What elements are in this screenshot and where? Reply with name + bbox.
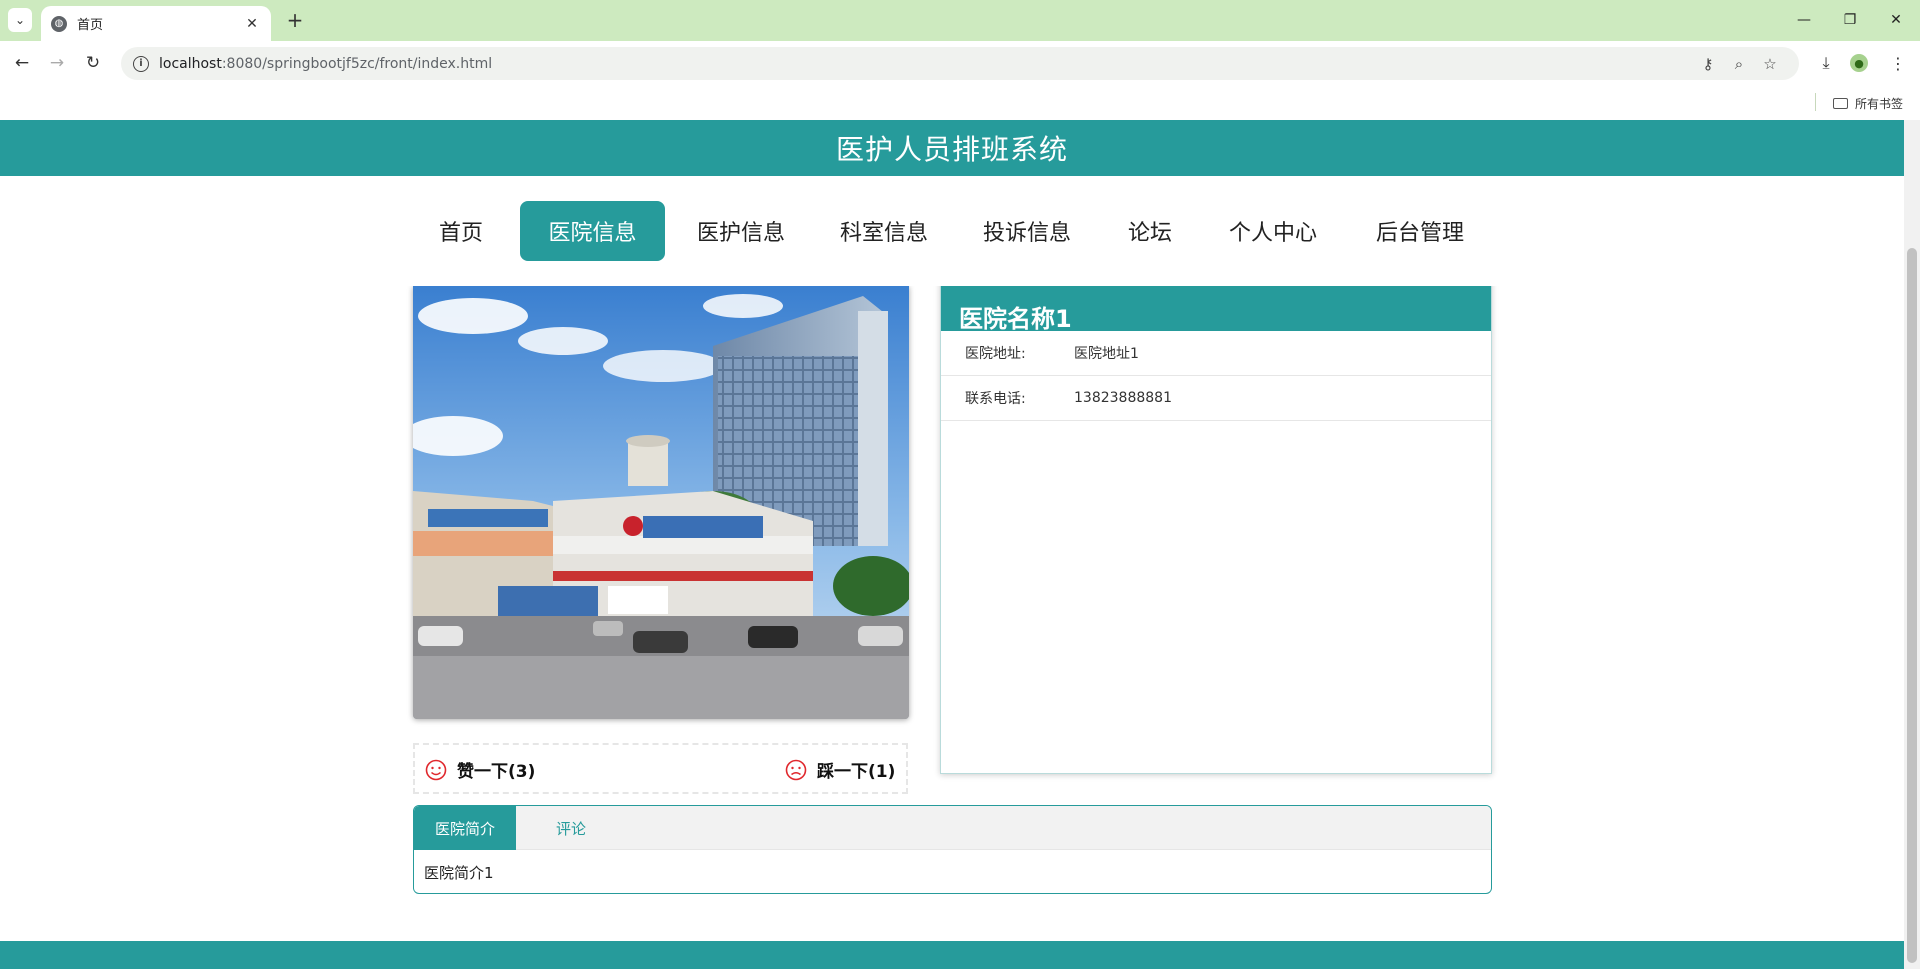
minimize-button[interactable]: — <box>1782 8 1826 32</box>
nav-item-admin[interactable]: 后台管理 <box>1365 201 1475 261</box>
tab-title: 首页 <box>77 18 104 33</box>
arrow-right-icon: → <box>49 53 65 73</box>
scroll-thumb[interactable] <box>1907 248 1917 963</box>
zoom-icon[interactable]: ⌕ <box>1728 53 1750 75</box>
address-value: 医院地址1 <box>1074 346 1139 362</box>
reload-icon: ↻ <box>85 53 101 73</box>
browser-tab-strip: ⌄ ◍ 首页 ✕ + — ❐ ✕ <box>0 0 1920 41</box>
main-nav: 首页 医院信息 医护信息 科室信息 投诉信息 论坛 个人中心 后台管理 <box>0 176 1904 286</box>
password-key-icon[interactable]: ⚷ <box>1697 53 1719 75</box>
site-footer <box>0 941 1904 969</box>
frown-icon <box>785 759 807 780</box>
nav-item-complaint-info[interactable]: 投诉信息 <box>973 201 1081 261</box>
tab-search-button[interactable]: ⌄ <box>8 8 32 32</box>
all-bookmarks-label: 所有书签 <box>1855 96 1904 111</box>
window-close-button[interactable]: ✕ <box>1874 8 1918 32</box>
back-button[interactable]: ← <box>10 51 34 75</box>
browser-tab[interactable]: ◍ 首页 ✕ <box>41 6 271 41</box>
nav-item-personal-center[interactable]: 个人中心 <box>1220 201 1326 261</box>
bookmarks-bar: 所有书签 <box>0 85 1920 120</box>
nav-item-hospital-info[interactable]: 医院信息 <box>520 201 665 261</box>
nav-item-forum[interactable]: 论坛 <box>1115 201 1185 261</box>
url-text: localhost:8080/springbootjf5zc/front/ind… <box>159 55 493 72</box>
profile-button[interactable]: ● <box>1847 51 1871 75</box>
restore-button[interactable]: ❐ <box>1828 8 1872 32</box>
avatar: ● <box>1850 54 1868 72</box>
browser-menu-button[interactable]: ⋮ <box>1886 51 1910 75</box>
hospital-info-card: 医院名称1 医院地址: 医院地址1 联系电话: 13823888881 <box>940 260 1492 774</box>
like-label: 赞一下(3) <box>457 762 536 782</box>
page-viewport: 医护人员排班系统 首页 医院信息 医护信息 科室信息 投诉信息 论坛 个人中心 … <box>0 120 1920 969</box>
download-button[interactable]: ⤓ <box>1814 51 1838 75</box>
restore-icon: ❐ <box>1843 12 1857 28</box>
new-tab-button[interactable]: + <box>283 8 307 32</box>
nav-item-staff-info[interactable]: 医护信息 <box>688 201 794 261</box>
address-label: 医院地址: <box>965 346 1026 362</box>
info-row: 联系电话: 13823888881 <box>941 376 1491 421</box>
close-icon: ✕ <box>1890 12 1902 28</box>
folder-icon <box>1833 97 1848 109</box>
tabs-header: 医院简介 评论 <box>414 806 1491 850</box>
download-icon: ⤓ <box>1822 53 1830 72</box>
chevron-down-icon: ⌄ <box>14 13 26 27</box>
reload-button[interactable]: ↻ <box>81 51 105 75</box>
all-bookmarks-button[interactable]: 所有书签 <box>1833 93 1903 113</box>
globe-icon: ◍ <box>51 15 67 32</box>
star-icon[interactable]: ☆ <box>1759 53 1781 75</box>
info-row: 医院地址: 医院地址1 <box>941 331 1491 376</box>
like-button[interactable]: 赞一下(3) <box>425 757 535 782</box>
dislike-label: 踩一下(1) <box>817 762 896 782</box>
scrollbar[interactable] <box>1904 120 1920 969</box>
forward-button[interactable]: → <box>45 51 69 75</box>
phone-label: 联系电话: <box>965 391 1026 407</box>
nav-item-home[interactable]: 首页 <box>425 201 497 261</box>
site-info-icon[interactable]: i <box>133 55 149 72</box>
more-vertical-icon: ⋮ <box>1890 53 1906 73</box>
detail-tabs: 医院简介 评论 医院简介1 <box>413 805 1492 894</box>
minimize-icon: — <box>1797 12 1811 28</box>
smile-icon <box>425 759 447 780</box>
vote-bar: 赞一下(3) 踩一下(1) <box>413 743 908 794</box>
nav-item-department-info[interactable]: 科室信息 <box>830 201 938 261</box>
tab-hospital-intro[interactable]: 医院简介 <box>414 806 516 850</box>
address-bar[interactable]: i localhost:8080/springbootjf5zc/front/i… <box>121 47 1799 80</box>
phone-value: 13823888881 <box>1074 390 1172 406</box>
hospital-photo <box>413 286 909 719</box>
tab-content: 医院简介1 <box>424 864 494 882</box>
tab-comments[interactable]: 评论 <box>516 806 626 850</box>
divider <box>1815 93 1816 111</box>
site-title: 医护人员排班系统 <box>835 133 1068 166</box>
close-icon[interactable]: ✕ <box>243 16 261 32</box>
browser-toolbar: ← → ↻ i localhost:8080/springbootjf5zc/f… <box>0 41 1920 85</box>
dislike-button[interactable]: 踩一下(1) <box>785 757 895 782</box>
plus-icon: + <box>286 8 304 32</box>
site-header: 医护人员排班系统 <box>0 120 1904 176</box>
arrow-left-icon: ← <box>14 53 30 73</box>
